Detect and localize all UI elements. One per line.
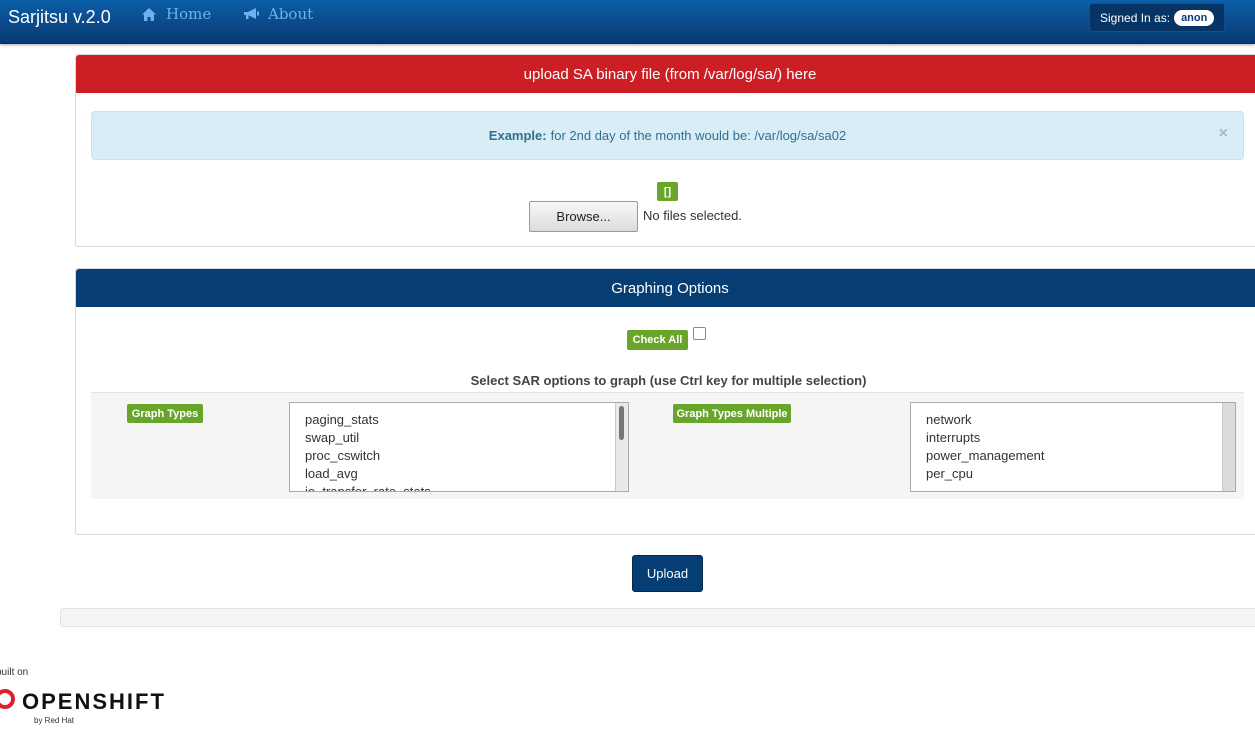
list-item[interactable]: per_cpu: [911, 465, 1235, 483]
list-item[interactable]: io_transfer_rate_stats: [290, 483, 628, 491]
graph-types-scrollbar[interactable]: [615, 403, 628, 491]
signed-in-indicator[interactable]: Signed In as: anon: [1089, 3, 1225, 32]
nav-about-label: About: [268, 5, 314, 23]
upload-button[interactable]: Upload: [632, 555, 703, 592]
signed-in-label: Signed In as:: [1100, 10, 1171, 25]
openshift-logo[interactable]: OPENSHIFT: [0, 688, 166, 715]
graphing-options-panel: Graphing Options Check All Select SAR op…: [75, 268, 1255, 535]
list-item[interactable]: load_avg: [290, 465, 628, 483]
select-options-title: Select SAR options to graph (use Ctrl ke…: [470, 373, 867, 388]
openshift-wordmark: OPENSHIFT: [22, 688, 166, 714]
nav-home-link[interactable]: Home: [140, 5, 211, 23]
file-status-text: No files selected.: [643, 208, 742, 223]
list-item[interactable]: proc_cswitch: [290, 447, 628, 465]
alert-text: for 2nd day of the month would be: /var/…: [550, 128, 847, 143]
openshift-ring-icon: [0, 688, 16, 715]
file-count-badge: []: [657, 182, 678, 201]
nav-about-link[interactable]: About: [242, 5, 313, 23]
nav-home-label: Home: [166, 5, 212, 23]
by-red-hat-label: by Red Hat: [34, 716, 75, 725]
home-icon: [140, 5, 158, 23]
browse-button[interactable]: Browse...: [529, 201, 638, 232]
list-item[interactable]: interrupts: [911, 429, 1235, 447]
options-row: Graph Types paging_stats swap_util proc_…: [91, 392, 1244, 499]
graph-types-multiple-scrollbar[interactable]: [1222, 403, 1235, 491]
upload-panel-heading: upload SA binary file (from /var/log/sa/…: [76, 55, 1255, 93]
list-item[interactable]: power_management: [911, 447, 1235, 465]
close-icon[interactable]: ×: [1219, 125, 1228, 143]
footer-bar: [60, 608, 1255, 627]
example-alert: Example: for 2nd day of the month would …: [91, 111, 1244, 160]
graph-types-label: Graph Types: [127, 404, 203, 423]
graph-types-multiple-listbox[interactable]: network interrupts power_management per_…: [910, 402, 1236, 492]
built-on-label: built on: [0, 667, 29, 678]
graph-types-listbox[interactable]: paging_stats swap_util proc_cswitch load…: [289, 402, 629, 492]
check-all-checkbox[interactable]: [693, 327, 706, 340]
graphing-options-heading: Graphing Options: [76, 269, 1255, 307]
graph-types-multiple-label: Graph Types Multiple: [673, 404, 791, 423]
list-item[interactable]: swap_util: [290, 429, 628, 447]
brand-title[interactable]: Sarjitsu v.2.0: [8, 7, 111, 28]
user-badge: anon: [1174, 9, 1215, 26]
top-navbar: Sarjitsu v.2.0 Home About Signed In as: …: [0, 0, 1255, 44]
upload-panel: upload SA binary file (from /var/log/sa/…: [75, 54, 1255, 247]
scrollbar-thumb[interactable]: [619, 406, 624, 440]
list-item[interactable]: paging_stats: [290, 411, 628, 429]
list-item[interactable]: network: [911, 411, 1235, 429]
alert-bold-label: Example:: [488, 128, 547, 143]
check-all-label: Check All: [627, 330, 688, 350]
megaphone-icon: [242, 5, 260, 23]
